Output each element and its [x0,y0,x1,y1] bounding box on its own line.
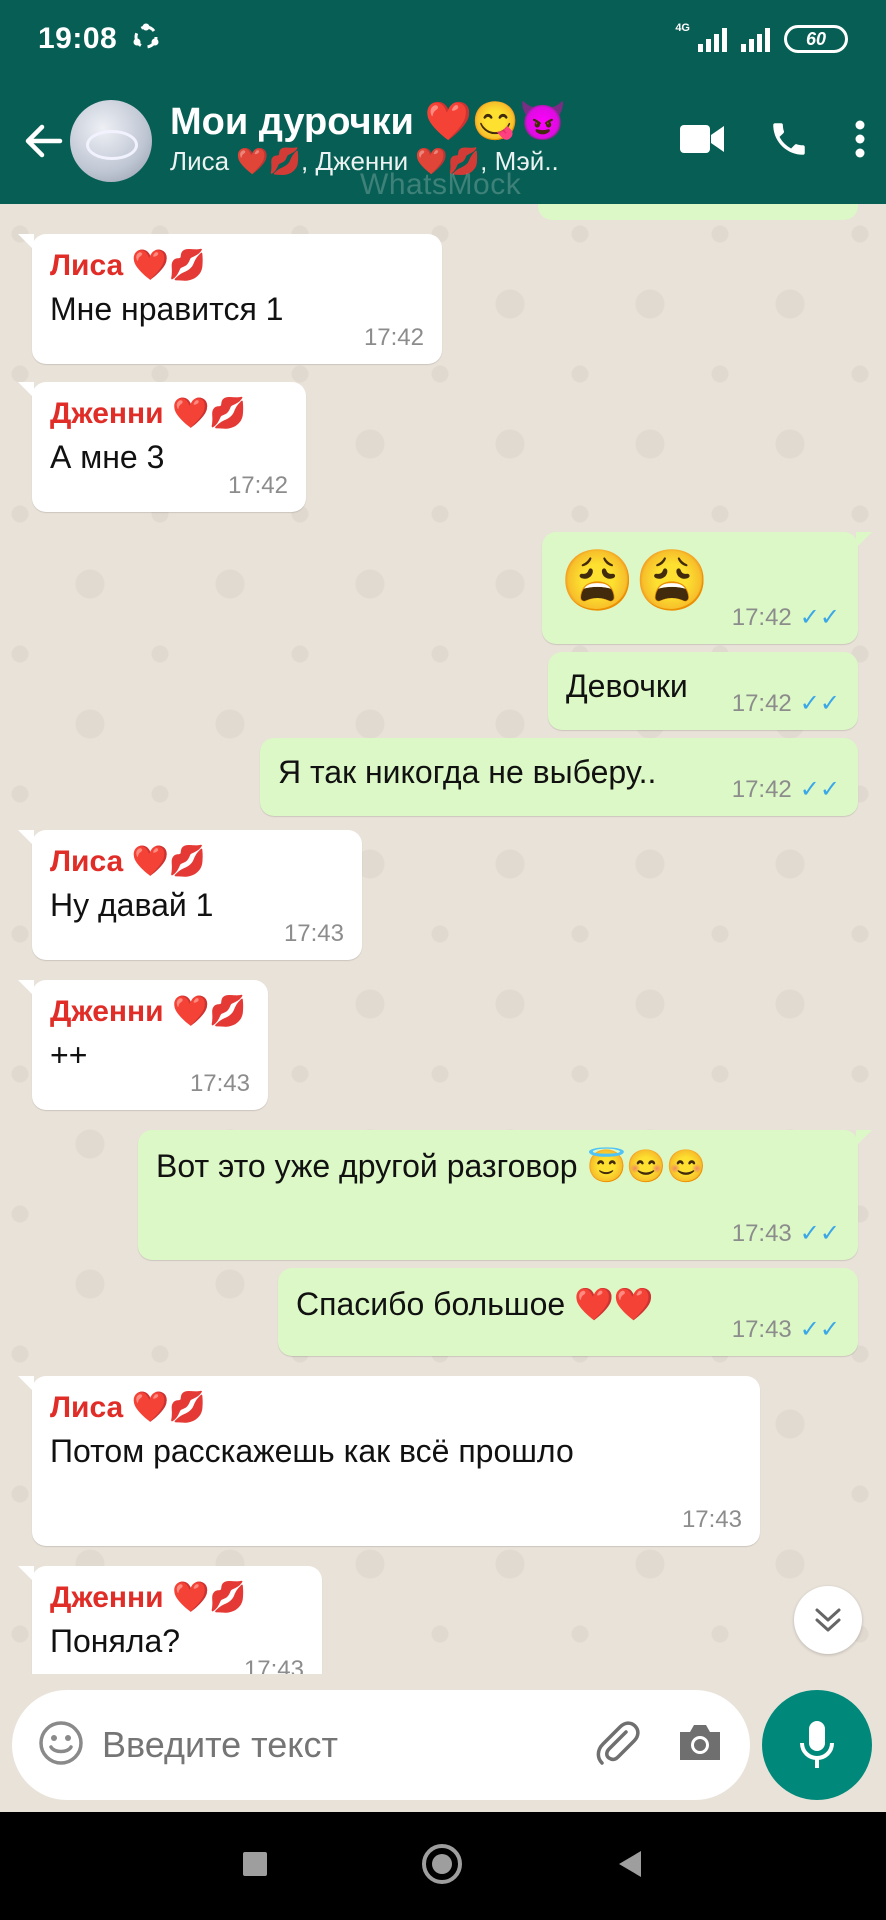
microphone-icon [800,1721,834,1768]
read-ticks-icon: ✓✓ [799,1316,840,1343]
square-icon [243,1851,267,1876]
message-sender: Дженни ❤️💋 [50,397,247,430]
message-sender: Лиса ❤️💋 [50,845,207,878]
voice-call-button[interactable] [768,118,810,165]
status-bar: 19:08 4G 60 [0,0,886,78]
voice-record-button[interactable] [762,1690,872,1800]
message-time: 17:43 [283,920,344,947]
watermark: WhatsMock [360,168,522,201]
battery-level: 60 [805,28,827,49]
sync-icon [131,22,161,57]
message-time: 17:43 [681,1506,742,1533]
recents-button[interactable] [241,1850,269,1883]
message-time: 17:43 [731,1219,792,1247]
message-bubble-outgoing[interactable]: Девочки 17:42 ✓✓ [548,652,858,730]
read-ticks-icon: ✓✓ [799,1220,840,1247]
back-nav-button[interactable] [615,1848,645,1885]
message-bubble-outgoing[interactable]: Вот это уже другой разговор 😇😊😊 17:43 ✓✓ [138,1130,872,1260]
message-time: 17:43 [731,1315,792,1343]
message-text: А мне 3 [50,439,165,475]
message-time: 17:43 [189,1070,250,1097]
read-ticks-icon: ✓✓ [799,604,840,631]
message-time: 17:42 [731,775,792,803]
message-list[interactable]: Лиса ❤️💋 Мне нравится 1 17:42 Дженни ❤️💋… [0,204,886,1674]
message-text: Мне нравится 1 [50,291,284,327]
message-sender: Дженни ❤️💋 [50,1581,247,1614]
circle-icon [422,1843,462,1884]
triangle-back-icon [619,1850,641,1877]
double-chevron-down-icon [815,1608,841,1632]
chat-title: Мои дурочки ❤️😋😈 [170,100,567,143]
message-composer [12,1690,750,1800]
message-time: 17:42 [227,472,288,499]
network-type: 4G [675,22,690,34]
signal-icon-2 [741,26,770,52]
message-time: 17:42 [363,324,424,351]
emoji-icon [39,1720,83,1765]
kebab-menu-icon [855,120,865,157]
message-bubble-incoming[interactable]: Лиса ❤️💋 Ну давай 1 17:43 [18,830,362,960]
paperclip-icon [596,1720,640,1765]
message-time: 17:43 [243,1656,304,1674]
message-sender: Лиса ❤️💋 [50,249,207,282]
scroll-to-bottom-button[interactable] [794,1586,862,1654]
more-options-button[interactable] [854,119,866,164]
message-bubble-incoming[interactable]: Лиса ❤️💋 Потом расскажешь как всё прошло… [18,1376,760,1546]
message-text: Вот это уже другой разговор 😇😊😊 [156,1148,707,1184]
message-text: Потом расскажешь как всё прошло [50,1433,574,1469]
read-ticks-icon: ✓✓ [799,690,840,717]
camera-icon [680,1724,720,1760]
message-sender: Лиса ❤️💋 [50,1391,207,1424]
message-text: Ну давай 1 [50,887,214,923]
attach-button[interactable] [592,1718,642,1773]
message-bubble-incoming[interactable]: Лиса ❤️💋 Мне нравится 1 17:42 [18,234,442,364]
message-time: 17:42 [731,689,792,717]
group-avatar[interactable] [70,100,152,182]
system-nav-bar [0,1812,886,1920]
emoji-button[interactable] [38,1720,84,1771]
message-time: 17:42 [731,603,792,631]
home-button[interactable] [419,1841,465,1892]
previous-message-stub [538,204,858,220]
back-arrow-icon [25,124,63,158]
message-bubble-incoming[interactable]: Дженни ❤️💋 А мне 3 17:42 [18,382,306,512]
message-text: Поняла? [50,1623,181,1659]
message-text: ++ [50,1037,88,1073]
video-camera-icon [680,124,724,153]
chat-title-area[interactable]: Мои дурочки ❤️😋😈 Лиса ❤️💋, Дженни ❤️💋, М… [170,101,680,177]
status-time: 19:08 [38,22,118,55]
message-bubble-incoming[interactable]: Дженни ❤️💋 Поняла? 17:43 [18,1566,322,1674]
message-bubble-outgoing[interactable]: Я так никогда не выберу.. 17:42 ✓✓ [260,738,858,816]
message-bubble-outgoing[interactable]: 😩😩 17:42 ✓✓ [542,532,872,644]
camera-button[interactable] [676,1722,724,1769]
back-button[interactable] [14,119,74,163]
read-ticks-icon: ✓✓ [799,776,840,803]
signal-icon [698,26,727,52]
message-bubble-outgoing[interactable]: Спасибо большое ❤️❤️ 17:43 ✓✓ [278,1268,858,1356]
phone-icon [773,122,805,155]
video-call-button[interactable] [680,123,724,160]
battery-icon: 60 [784,25,848,53]
message-input[interactable] [102,1724,592,1766]
message-bubble-incoming[interactable]: Дженни ❤️💋 ++ 17:43 [18,980,268,1110]
message-sender: Дженни ❤️💋 [50,995,247,1028]
